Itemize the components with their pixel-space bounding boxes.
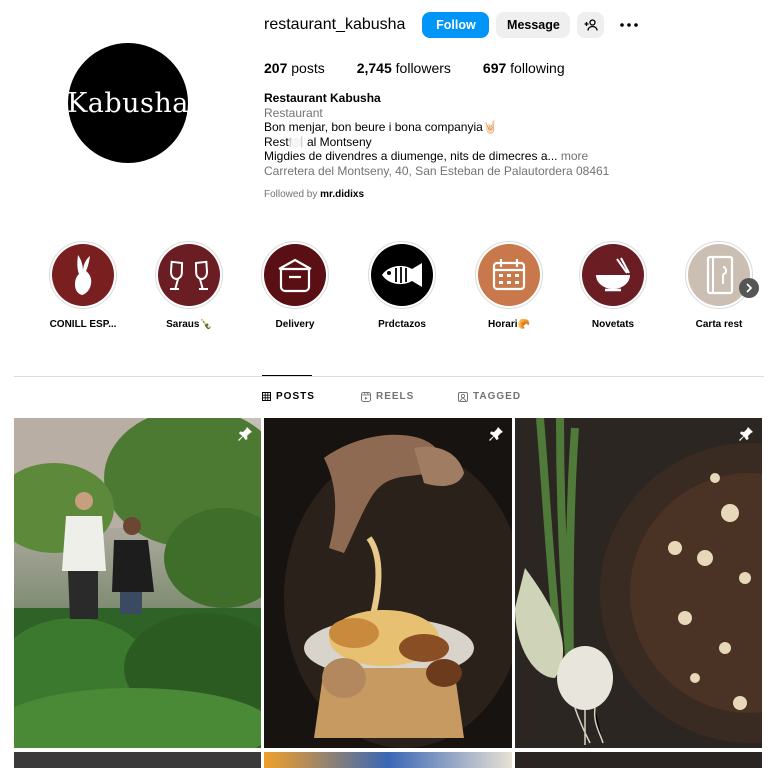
reels-icon: [361, 391, 371, 402]
profile-bio: Restaurant Kabusha Restaurant Bon menjar…: [264, 91, 609, 179]
post-tile[interactable]: [515, 418, 762, 748]
bio-line-2: Rest🍽️ al Montseny: [264, 134, 372, 149]
grid-icon: [262, 392, 271, 401]
bio-address[interactable]: Carretera del Montseny, 40, San Esteban …: [264, 164, 609, 179]
wine-glasses-icon: [158, 244, 220, 306]
highlight-label: Carta rest: [695, 319, 743, 330]
post-tile[interactable]: [14, 752, 261, 768]
bio-line-1: Bon menjar, bon beure i bona companyia🤘🏻: [264, 120, 498, 135]
calendar-icon: [478, 244, 540, 306]
active-tab-indicator: [262, 375, 312, 376]
highlight-label: Novetats: [591, 319, 635, 330]
tagged-icon: [458, 391, 468, 402]
post-image: [264, 418, 512, 748]
profile-avatar[interactable]: Kabusha: [67, 43, 189, 163]
fish-icon: [371, 244, 433, 306]
add-person-icon: [584, 19, 598, 31]
highlight-novetats[interactable]: Novetats: [568, 241, 658, 330]
tabs-divider: [14, 376, 764, 377]
profile-stats: 207 posts 2,745 followers 697 following: [264, 60, 597, 76]
bio-category: Restaurant: [264, 105, 323, 120]
following-stat[interactable]: 697 following: [483, 60, 565, 76]
rabbit-icon: [52, 244, 114, 306]
message-button[interactable]: Message: [496, 12, 571, 38]
highlight-horari[interactable]: Horari🥐: [464, 241, 554, 330]
bio-more-link[interactable]: more: [561, 149, 588, 163]
followers-stat[interactable]: 2,745 followers: [357, 60, 451, 76]
posts-stat: 207 posts: [264, 60, 325, 76]
avatar-logo-text: Kabusha: [67, 87, 189, 119]
pin-icon: [238, 427, 252, 441]
highlight-label: CONILL ESP...: [49, 319, 117, 330]
highlight-label: Prdctazos: [378, 319, 426, 330]
post-tile[interactable]: [264, 418, 512, 748]
highlight-prdctazos[interactable]: Prdctazos: [357, 241, 447, 330]
bio-name: Restaurant Kabusha: [264, 91, 381, 105]
menu-book-icon: [688, 244, 750, 306]
profile-username: restaurant_kabusha: [264, 16, 406, 33]
post-image: [14, 418, 261, 748]
suggested-accounts-button[interactable]: [577, 12, 605, 38]
profile-header-actions: restaurant_kabusha Follow Message: [264, 12, 643, 38]
highlight-label: Delivery: [275, 319, 315, 330]
post-tile[interactable]: [14, 418, 261, 748]
pin-icon: [739, 427, 753, 441]
highlight-conill[interactable]: CONILL ESP...: [38, 241, 128, 330]
bio-line-3-wrap: Migdies de divendres a diumenge, nits de…: [264, 149, 609, 164]
highlight-saraus[interactable]: Saraus🍾: [144, 241, 234, 330]
post-tile[interactable]: [515, 752, 762, 768]
bio-line-3: Migdies de divendres a diumenge, nits de…: [264, 149, 558, 164]
tab-tagged[interactable]: TAGGED: [458, 391, 521, 402]
follow-button[interactable]: Follow: [422, 12, 490, 38]
followed-by-user[interactable]: mr.didixs: [320, 189, 364, 200]
highlight-label: Saraus🍾: [166, 319, 212, 330]
takeaway-box-icon: [264, 244, 326, 306]
bowl-icon: [582, 244, 644, 306]
followed-by[interactable]: Followed by mr.didixs: [264, 189, 364, 200]
pin-icon: [489, 427, 503, 441]
post-tile[interactable]: [264, 752, 512, 768]
tab-reels[interactable]: REELS: [361, 391, 414, 402]
highlights-next-button[interactable]: [739, 278, 759, 298]
tab-posts[interactable]: POSTS: [262, 391, 315, 402]
post-image: [515, 418, 762, 748]
more-options-button[interactable]: [615, 12, 643, 38]
highlight-label: Horari🥐: [488, 319, 530, 330]
more-dots-icon: [620, 23, 639, 27]
highlight-delivery[interactable]: Delivery: [250, 241, 340, 330]
chevron-right-icon: [746, 283, 753, 293]
